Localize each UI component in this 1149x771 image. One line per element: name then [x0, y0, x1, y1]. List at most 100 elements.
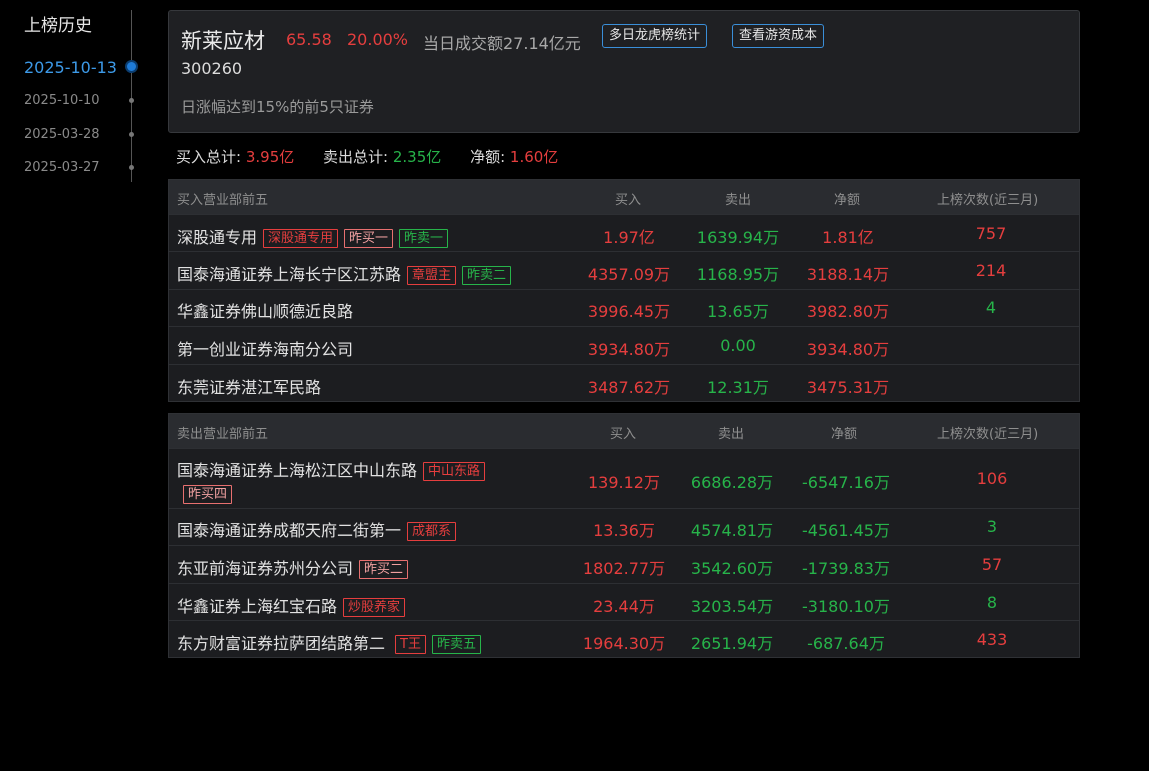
listing-count: 433 — [976, 630, 1008, 649]
buy-amount: 1802.77万 — [582, 559, 666, 578]
branch-cell: 东亚前海证券苏州分公司 昨买二 — [177, 555, 409, 579]
buy-amount: 3934.80万 — [587, 340, 671, 359]
stock-info-card: 新莱应材 65.58 20.00% 当日成交额27.14亿元 多日龙虎榜统计 查… — [168, 10, 1080, 133]
col-header-sell: 卖出 — [725, 193, 752, 208]
table-row[interactable]: 东方财富证券拉萨团结路第二 T王 昨卖五 1964.30万 2651.94万 -68… — [169, 620, 1079, 657]
sell-top5-table: 卖出营业部前五 买入 卖出 净额 上榜次数(近三月) 国泰海通证券上海松江区中山… — [168, 413, 1080, 658]
net-amount: 3982.80万 — [806, 302, 890, 321]
sell-amount: 12.31万 — [707, 378, 769, 397]
branch-cell: 华鑫证券上海红宝石路 炒股养家 — [177, 593, 406, 617]
branch-tag: 昨买四 — [183, 485, 233, 504]
sell-amount: 2651.94万 — [690, 634, 774, 653]
history-sidebar: 上榜历史 2025-10-13 2025-10-10 2025-03-28 20… — [0, 0, 140, 771]
col-header-net: 净额 — [831, 427, 858, 442]
timeline-dot-active — [127, 62, 136, 71]
buy-amount: 13.36万 — [593, 521, 655, 540]
branch-name: 深股通专用 — [177, 228, 258, 247]
branch-name: 第一创业证券海南分公司 — [177, 340, 354, 359]
sell-amount: 1639.94万 — [696, 228, 780, 247]
branch-cell: 国泰海通证券上海长宁区江苏路 章盟主 昨卖二 — [177, 261, 512, 285]
stock-price: 65.58 — [286, 30, 332, 49]
net-amount: 1.81亿 — [822, 228, 874, 247]
buy-amount: 3487.62万 — [587, 378, 671, 397]
table-row[interactable]: 东亚前海证券苏州分公司 昨买二 1802.77万 3542.60万 -1739.8… — [169, 545, 1079, 583]
turnover-text: 当日成交额27.14亿元 — [423, 34, 581, 53]
net-amount: -3180.10万 — [802, 597, 890, 616]
buy-total-value: 3.95亿 — [245, 148, 295, 166]
listing-count: 106 — [976, 469, 1008, 488]
sell-amount: 3542.60万 — [690, 559, 774, 578]
buy-amount: 139.12万 — [588, 473, 660, 492]
table-row[interactable]: 东莞证券湛江军民路 3487.62万 12.31万 3475.31万 — [169, 364, 1079, 401]
table-row[interactable]: 第一创业证券海南分公司 3934.80万 0.00 3934.80万 — [169, 326, 1079, 364]
branch-cell: 华鑫证券佛山顺德近良路 — [177, 298, 353, 322]
history-date-3[interactable]: 2025-03-28 — [24, 127, 100, 142]
branch-cell: 深股通专用 深股通专用 昨买一 昨卖一 — [177, 224, 449, 248]
timeline-line — [131, 10, 132, 182]
stock-code: 300260 — [181, 59, 243, 78]
table-row[interactable]: 国泰海通证券上海松江区中山东路 中山东路 昨买四 139.12万 6686.28万 … — [169, 448, 1079, 508]
net-amount: -1739.83万 — [802, 559, 890, 578]
net-total-value: 1.60亿 — [509, 148, 559, 166]
net-total-label: 净额: — [470, 148, 506, 166]
sell-total-label: 卖出总计: — [323, 148, 389, 166]
table-header: 卖出营业部前五 买入 卖出 净额 上榜次数(近三月) — [169, 414, 1079, 448]
sell-amount: 3203.54万 — [690, 597, 774, 616]
branch-tag: 昨买一 — [344, 229, 394, 248]
buy-total-label: 买入总计: — [176, 148, 242, 166]
col-header-buy: 买入 — [615, 193, 642, 208]
table-row[interactable]: 深股通专用 深股通专用 昨买一 昨卖一 1.97亿 1639.94万 1.81亿 75… — [169, 214, 1079, 251]
branch-cell: 国泰海通证券上海松江区中山东路 中山东路 昨买四 — [177, 459, 486, 505]
branch-tag: 中山东路 — [423, 462, 486, 481]
listing-count: 214 — [975, 261, 1007, 280]
listing-count: 3 — [986, 517, 998, 536]
listing-count: 8 — [986, 593, 998, 612]
branch-name: 东莞证券湛江军民路 — [177, 378, 322, 397]
sell-amount: 1168.95万 — [696, 265, 780, 284]
net-amount: -4561.45万 — [802, 521, 890, 540]
stock-change-pct: 20.00% — [347, 30, 409, 49]
net-amount: 3475.31万 — [806, 378, 890, 397]
branch-tag: 昨买二 — [359, 560, 409, 579]
sell-amount: 4574.81万 — [690, 521, 774, 540]
stock-name: 新莱应材 — [181, 29, 265, 53]
history-date-4[interactable]: 2025-03-27 — [24, 160, 100, 175]
buy-amount: 1.97亿 — [603, 228, 655, 247]
branch-name: 华鑫证券上海红宝石路 — [177, 597, 338, 616]
branch-tag: 昨卖二 — [462, 266, 512, 285]
buy-top5-table: 买入营业部前五 买入 卖出 净额 上榜次数(近三月) 深股通专用 深股通专用 昨买一… — [168, 179, 1080, 402]
branch-tag: 章盟主 — [407, 266, 457, 285]
col-header-sell: 卖出 — [718, 427, 745, 442]
net-amount: -687.64万 — [807, 634, 885, 653]
net-amount: -6547.16万 — [802, 473, 890, 492]
branch-tag: T王 — [395, 635, 426, 654]
sell-amount: 13.65万 — [707, 302, 769, 321]
table-row[interactable]: 国泰海通证券上海长宁区江苏路 章盟主 昨卖二 4357.09万 1168.95万 3… — [169, 251, 1079, 289]
buy-amount: 4357.09万 — [587, 265, 671, 284]
history-date-1[interactable]: 2025-10-13 — [24, 58, 117, 77]
multi-day-stats-button[interactable]: 多日龙虎榜统计 — [602, 24, 708, 48]
col-header-buy: 买入 — [610, 427, 637, 442]
branch-cell: 东方财富证券拉萨团结路第二 T王 昨卖五 — [177, 630, 481, 654]
branch-tag: 成都系 — [407, 522, 457, 541]
sell-amount: 0.00 — [720, 336, 756, 355]
view-cost-button[interactable]: 查看游资成本 — [732, 24, 825, 48]
net-amount: 3188.14万 — [806, 265, 890, 284]
timeline-dot — [129, 165, 134, 170]
col-header-branch: 卖出营业部前五 — [177, 427, 269, 442]
listing-count: 57 — [981, 555, 1003, 574]
table-header: 买入营业部前五 买入 卖出 净额 上榜次数(近三月) — [169, 180, 1079, 214]
sell-total-value: 2.35亿 — [392, 148, 442, 166]
buy-amount: 3996.45万 — [587, 302, 671, 321]
timeline-dot — [129, 132, 134, 137]
buy-amount: 1964.30万 — [582, 634, 666, 653]
branch-name: 国泰海通证券成都天府二街第一 — [177, 521, 402, 540]
branch-name: 华鑫证券佛山顺德近良路 — [177, 302, 354, 321]
table-row[interactable]: 国泰海通证券成都天府二街第一 成都系 13.36万 4574.81万 -4561.… — [169, 508, 1079, 545]
branch-cell: 东莞证券湛江军民路 — [177, 374, 321, 398]
history-date-2[interactable]: 2025-10-10 — [24, 93, 100, 108]
table-row[interactable]: 华鑫证券上海红宝石路 炒股养家 23.44万 3203.54万 -3180.10万… — [169, 583, 1079, 620]
listing-count: 4 — [985, 298, 997, 317]
table-row[interactable]: 华鑫证券佛山顺德近良路 3996.45万 13.65万 3982.80万 4 — [169, 289, 1079, 326]
branch-tag: 昨卖五 — [431, 635, 481, 654]
